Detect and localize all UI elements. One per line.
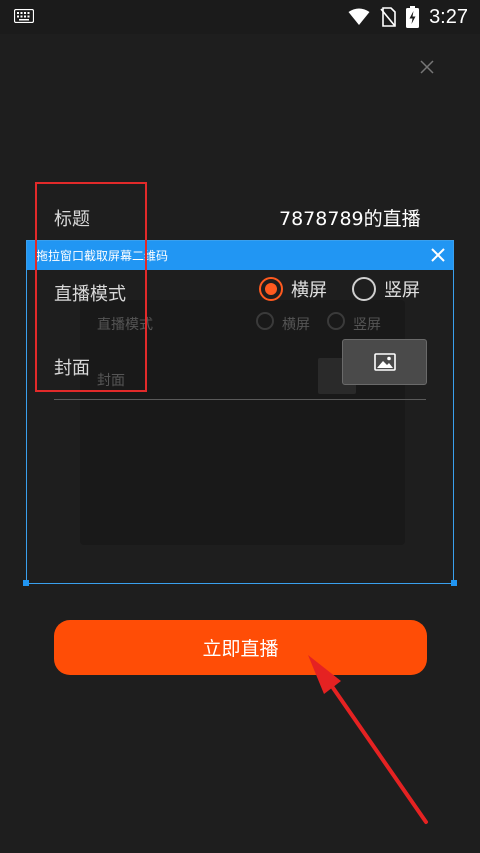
mode-option-landscape[interactable]: 横屏: [259, 276, 327, 302]
battery-charging-icon: [406, 6, 420, 28]
resize-handle-bottom-right[interactable]: [451, 580, 457, 586]
no-sim-icon: [380, 7, 396, 27]
radio-landscape[interactable]: [259, 277, 283, 301]
image-icon: [373, 353, 396, 371]
wifi-icon: [348, 8, 370, 25]
mode-option-label: 横屏: [291, 280, 327, 301]
close-icon[interactable]: [429, 246, 447, 264]
radio-dot: [265, 283, 277, 295]
close-icon[interactable]: [418, 58, 436, 76]
status-time: 3:27: [429, 5, 468, 28]
go-live-button[interactable]: 立即直播: [54, 620, 427, 675]
keyboard-icon: [14, 9, 34, 23]
resize-handle-bottom-left[interactable]: [23, 580, 29, 586]
status-bar: 3:27: [0, 0, 480, 34]
mode-option-portrait[interactable]: 竖屏: [352, 276, 420, 302]
title-value[interactable]: 7878789的直播: [279, 204, 421, 231]
cover-picker-button[interactable]: [342, 339, 427, 385]
annotation-highlight-box: [35, 182, 147, 392]
divider: [54, 399, 426, 400]
mode-option-label: 竖屏: [384, 280, 420, 301]
radio-portrait[interactable]: [352, 277, 376, 301]
